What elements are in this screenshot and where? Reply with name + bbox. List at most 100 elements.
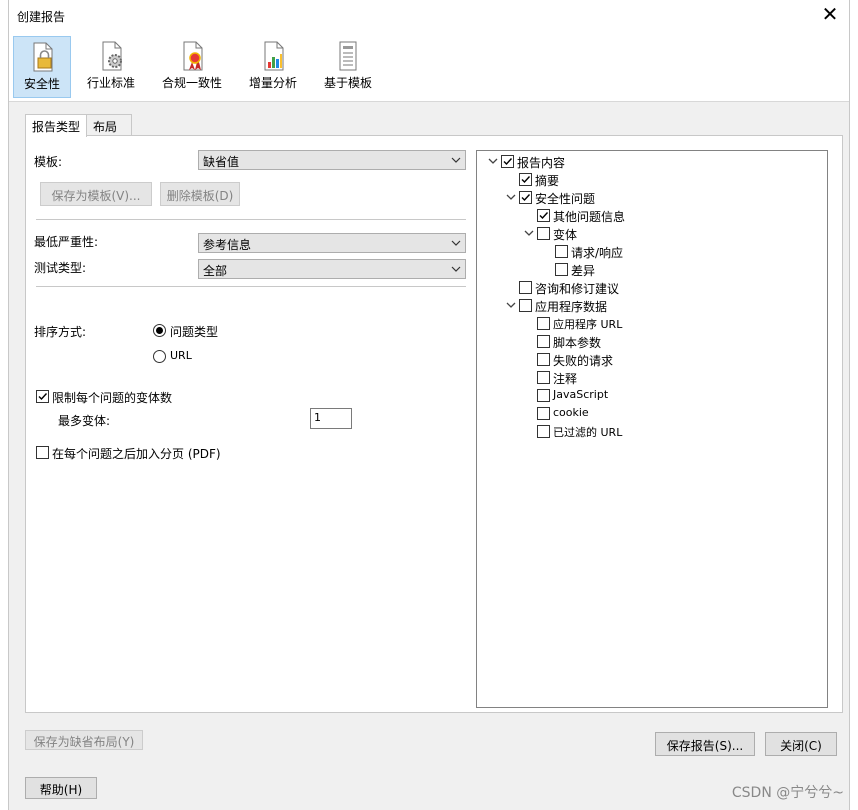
tree-node-checkbox[interactable]	[519, 191, 532, 204]
save-report-button[interactable]: 保存报告(S)...	[655, 732, 755, 756]
tree-node-label: 脚本参数	[553, 336, 602, 350]
report-type-toolbar: 安全性 行业标准 合规一致性 增量分析 基于模板	[9, 32, 849, 102]
chevron-down-icon[interactable]	[523, 227, 535, 239]
tree-node-checkbox[interactable]	[537, 425, 550, 438]
toolbar-security-button[interactable]: 安全性	[13, 36, 71, 98]
tree-node[interactable]: 脚本参数	[523, 333, 817, 351]
tree-node-label: 其他问题信息	[553, 210, 626, 224]
ribbon-document-icon	[183, 41, 203, 71]
toolbar-template-button[interactable]: 基于模板	[317, 36, 379, 98]
sort-by-url-radio[interactable]	[153, 350, 166, 363]
tree-node[interactable]: 应用程序 URL	[523, 315, 817, 333]
template-label: 模板:	[34, 155, 63, 169]
tree-node-label: 已过滤的 URL	[553, 426, 623, 439]
tree-node[interactable]: 咨询和修订建议	[505, 279, 817, 297]
delete-template-button[interactable]: 删除模板(D)	[160, 182, 240, 206]
max-variants-label: 最多变体:	[58, 414, 111, 428]
min-severity-select[interactable]: 参考信息	[198, 233, 466, 253]
limit-variants-label: 限制每个问题的变体数	[52, 391, 173, 405]
tree-node[interactable]: 失败的请求	[523, 351, 817, 369]
toolbar-label: 安全性	[23, 77, 60, 91]
toolbar-compliance-button[interactable]: 合规一致性	[157, 36, 227, 98]
window-title: 创建报告	[17, 10, 66, 24]
limit-variants-checkbox[interactable]	[36, 390, 49, 403]
tree-node-checkbox[interactable]	[537, 209, 550, 222]
tab-report-type[interactable]: 报告类型	[25, 114, 87, 137]
tree-node-label: JavaScript	[553, 388, 609, 401]
toolbar-label: 合规一致性	[161, 76, 222, 90]
save-as-template-button[interactable]: 保存为模板(V)...	[40, 182, 152, 206]
tree-node-checkbox[interactable]	[537, 317, 550, 330]
tree-node-label: 报告内容	[517, 156, 566, 170]
tree-node[interactable]: 其他问题信息	[523, 207, 817, 225]
min-severity-label: 最低严重性:	[34, 235, 99, 249]
watermark: CSDN @宁兮兮~	[731, 785, 844, 801]
max-variants-input[interactable]: 1	[310, 408, 352, 429]
tree-node-checkbox[interactable]	[537, 227, 550, 240]
tree-node[interactable]: 摘要	[505, 171, 817, 189]
help-button[interactable]: 帮助(H)	[25, 777, 97, 799]
tree-node-checkbox[interactable]	[537, 407, 550, 420]
sort-by-issue-type-radio[interactable]	[153, 324, 166, 337]
tree-node[interactable]: 已过滤的 URL	[523, 423, 817, 441]
tree-node-label: 差异	[571, 264, 596, 278]
tree-node[interactable]: 请求/响应	[541, 243, 817, 261]
close-button[interactable]: 关闭(C)	[765, 732, 837, 756]
tree-node-label: 应用程序 URL	[553, 318, 623, 331]
toolbar-industry-standard-button[interactable]: 行业标准	[81, 36, 141, 98]
toolbar-delta-analysis-button[interactable]: 增量分析	[243, 36, 303, 98]
create-report-dialog: 创建报告 ✕ 安全性 行业标准 合规一致性 增量分析 基于模板 报告类型 布局 …	[8, 0, 850, 810]
sort-by-issue-type-label: 问题类型	[170, 325, 219, 339]
sort-by-url-label: URL	[170, 349, 192, 362]
tree-node-label: 变体	[553, 228, 578, 242]
report-type-panel: 模板: 缺省值 保存为模板(V)... 删除模板(D) 最低严重性: 参考信息 …	[25, 135, 843, 713]
tree-node[interactable]: 注释	[523, 369, 817, 387]
page-break-checkbox[interactable]	[36, 446, 49, 459]
tree-node[interactable]: JavaScript	[523, 387, 817, 405]
chevron-down-icon	[451, 240, 461, 246]
tree-node[interactable]: 变体	[523, 225, 817, 243]
report-content-tree: 报告内容摘要 安全性问题其他问题信息 变体请求/响应差异咨询和修订建议 应用程序数据应…	[476, 150, 828, 708]
chevron-down-icon[interactable]	[487, 155, 499, 167]
check-icon	[539, 212, 549, 220]
tree-node-label: 摘要	[535, 174, 560, 188]
test-type-label: 测试类型:	[34, 261, 87, 275]
tree-node-checkbox[interactable]	[519, 281, 532, 294]
chevron-down-icon[interactable]	[505, 299, 517, 311]
save-default-layout-button[interactable]: 保存为缺省布局(Y)	[25, 730, 143, 750]
toolbar-label: 行业标准	[86, 76, 135, 90]
tree-node-checkbox[interactable]	[555, 263, 568, 276]
tree-node-checkbox[interactable]	[537, 335, 550, 348]
tree-node-checkbox[interactable]	[537, 353, 550, 366]
title-bar: 创建报告 ✕	[9, 0, 849, 32]
tree-node[interactable]: 安全性问题	[505, 189, 817, 207]
close-icon[interactable]: ✕	[819, 4, 841, 26]
divider	[36, 219, 466, 220]
chevron-down-icon[interactable]	[505, 191, 517, 203]
tree-node[interactable]: 报告内容	[487, 153, 817, 171]
tree-node-checkbox[interactable]	[537, 389, 550, 402]
check-icon	[521, 176, 531, 184]
tree-node-checkbox[interactable]	[501, 155, 514, 168]
tree-node-checkbox[interactable]	[555, 245, 568, 258]
tree-node-checkbox[interactable]	[519, 173, 532, 186]
tree-node-label: 请求/响应	[571, 246, 624, 260]
tab-layout[interactable]: 布局	[86, 114, 132, 136]
tree-node-checkbox[interactable]	[537, 371, 550, 384]
check-icon	[503, 158, 513, 166]
toolbar-label: 基于模板	[323, 76, 372, 90]
tree-node[interactable]: 应用程序数据	[505, 297, 817, 315]
tree-node-checkbox[interactable]	[519, 299, 532, 312]
options-pane: 模板: 缺省值 保存为模板(V)... 删除模板(D) 最低严重性: 参考信息 …	[26, 136, 476, 712]
test-type-select[interactable]: 全部	[198, 259, 466, 279]
tree-node-label: cookie	[553, 406, 589, 419]
tree-node-label: 咨询和修订建议	[535, 282, 620, 296]
template-select[interactable]: 缺省值	[198, 150, 466, 170]
tree-node[interactable]: 差异	[541, 261, 817, 279]
tree-node[interactable]: cookie	[523, 405, 817, 423]
sort-label: 排序方式:	[34, 325, 87, 339]
check-icon	[521, 194, 531, 202]
lock-document-icon	[33, 42, 53, 72]
divider	[36, 286, 466, 287]
chart-document-icon	[264, 41, 284, 71]
